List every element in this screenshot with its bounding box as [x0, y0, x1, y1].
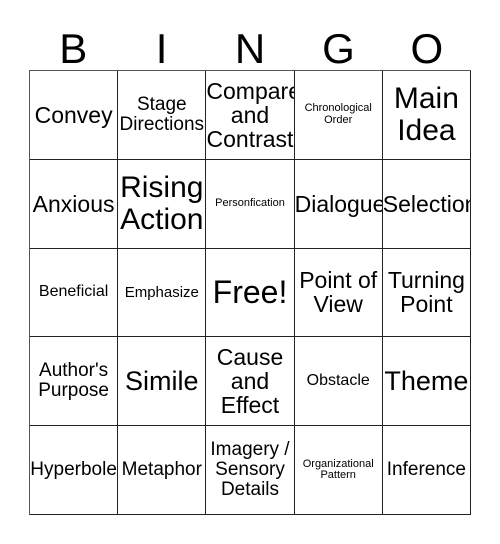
bingo-cell-label: Compare and Contrast [206, 77, 295, 152]
bingo-grid: Convey Stage Directions Compare and Contra… [29, 70, 471, 515]
bingo-cell[interactable]: Cause and Effect [206, 337, 295, 427]
bingo-cell-free[interactable]: Free! [206, 248, 295, 338]
bingo-cell[interactable]: Turning Point [382, 248, 471, 338]
bingo-cell[interactable]: Metaphor [118, 426, 207, 515]
header-letter-g: G [322, 25, 355, 72]
bingo-cell[interactable]: Simile [118, 337, 207, 427]
bingo-cell-label: Rising Action [120, 171, 204, 236]
bingo-cell[interactable]: Main Idea [382, 71, 471, 160]
bingo-cell[interactable]: Emphasize [118, 248, 207, 338]
bingo-cell-label: Beneficial [38, 283, 109, 301]
bingo-cell-label: Simile [125, 366, 199, 397]
bingo-cell[interactable]: Stage Directions [118, 71, 207, 160]
header-letter-o: O [410, 25, 444, 72]
bingo-cell[interactable]: Personfication [206, 159, 295, 249]
header-letter-n: N [234, 25, 266, 72]
bingo-cell[interactable]: Convey [30, 71, 119, 160]
bingo-cell-label: Personfication [215, 196, 285, 209]
bingo-cell-label: Organizational Pattern [302, 457, 374, 482]
bingo-cell[interactable]: Organizational Pattern [294, 426, 383, 515]
bingo-card: B I N G O Convey Stage Directions Compare … [0, 0, 500, 544]
bingo-cell-label: Emphasize [124, 283, 199, 301]
bingo-cell[interactable]: Selection [382, 159, 471, 249]
bingo-cell-label: Author's Purpose [38, 360, 109, 402]
bingo-cell[interactable]: Theme [382, 337, 471, 427]
bingo-cell-label: Main Idea [393, 82, 459, 147]
bingo-cell-label: Chronological Order [304, 102, 372, 126]
bingo-cell[interactable]: Inference [382, 426, 471, 515]
bingo-cell[interactable]: Dialogue [294, 159, 383, 249]
bingo-cell-label: Metaphor [121, 459, 202, 481]
bingo-cell[interactable]: Compare and Contrast [206, 71, 295, 160]
bingo-cell-label: Selection [382, 190, 471, 217]
bingo-cell[interactable]: Hyperbole [30, 426, 119, 515]
bingo-cell-label: Turning Point [387, 267, 465, 318]
bingo-cell-label: Inference [386, 459, 466, 481]
bingo-cell-label: Stage Directions [119, 93, 205, 135]
bingo-cell[interactable]: Anxious [30, 159, 119, 249]
bingo-header: B I N G O [29, 20, 471, 70]
bingo-cell-label: Convey [34, 101, 113, 128]
bingo-cell[interactable]: Author's Purpose [30, 337, 119, 427]
bingo-cell[interactable]: Beneficial [30, 248, 119, 338]
bingo-cell-label: Theme [384, 366, 469, 397]
bingo-cell[interactable]: Chronological Order [294, 71, 383, 160]
bingo-cell-label: Obstacle [306, 371, 370, 389]
bingo-cell-label: Dialogue [294, 190, 383, 217]
header-letter-i: I [155, 25, 168, 72]
bingo-cell-label: Cause and Effect [216, 344, 284, 419]
bingo-cell-label: Free! [212, 273, 288, 310]
bingo-cell-label: Point of View [299, 267, 378, 318]
bingo-cell-label: Hyperbole [30, 459, 117, 481]
bingo-cell-label: Anxious [32, 190, 115, 217]
bingo-cell[interactable]: Point of View [294, 248, 383, 338]
header-letter-b: B [59, 25, 88, 72]
bingo-cell-label: Imagery / Sensory Details [210, 439, 290, 501]
bingo-cell[interactable]: Rising Action [118, 159, 207, 249]
bingo-cell[interactable]: Imagery / Sensory Details [206, 426, 295, 515]
bingo-cell[interactable]: Obstacle [294, 337, 383, 427]
